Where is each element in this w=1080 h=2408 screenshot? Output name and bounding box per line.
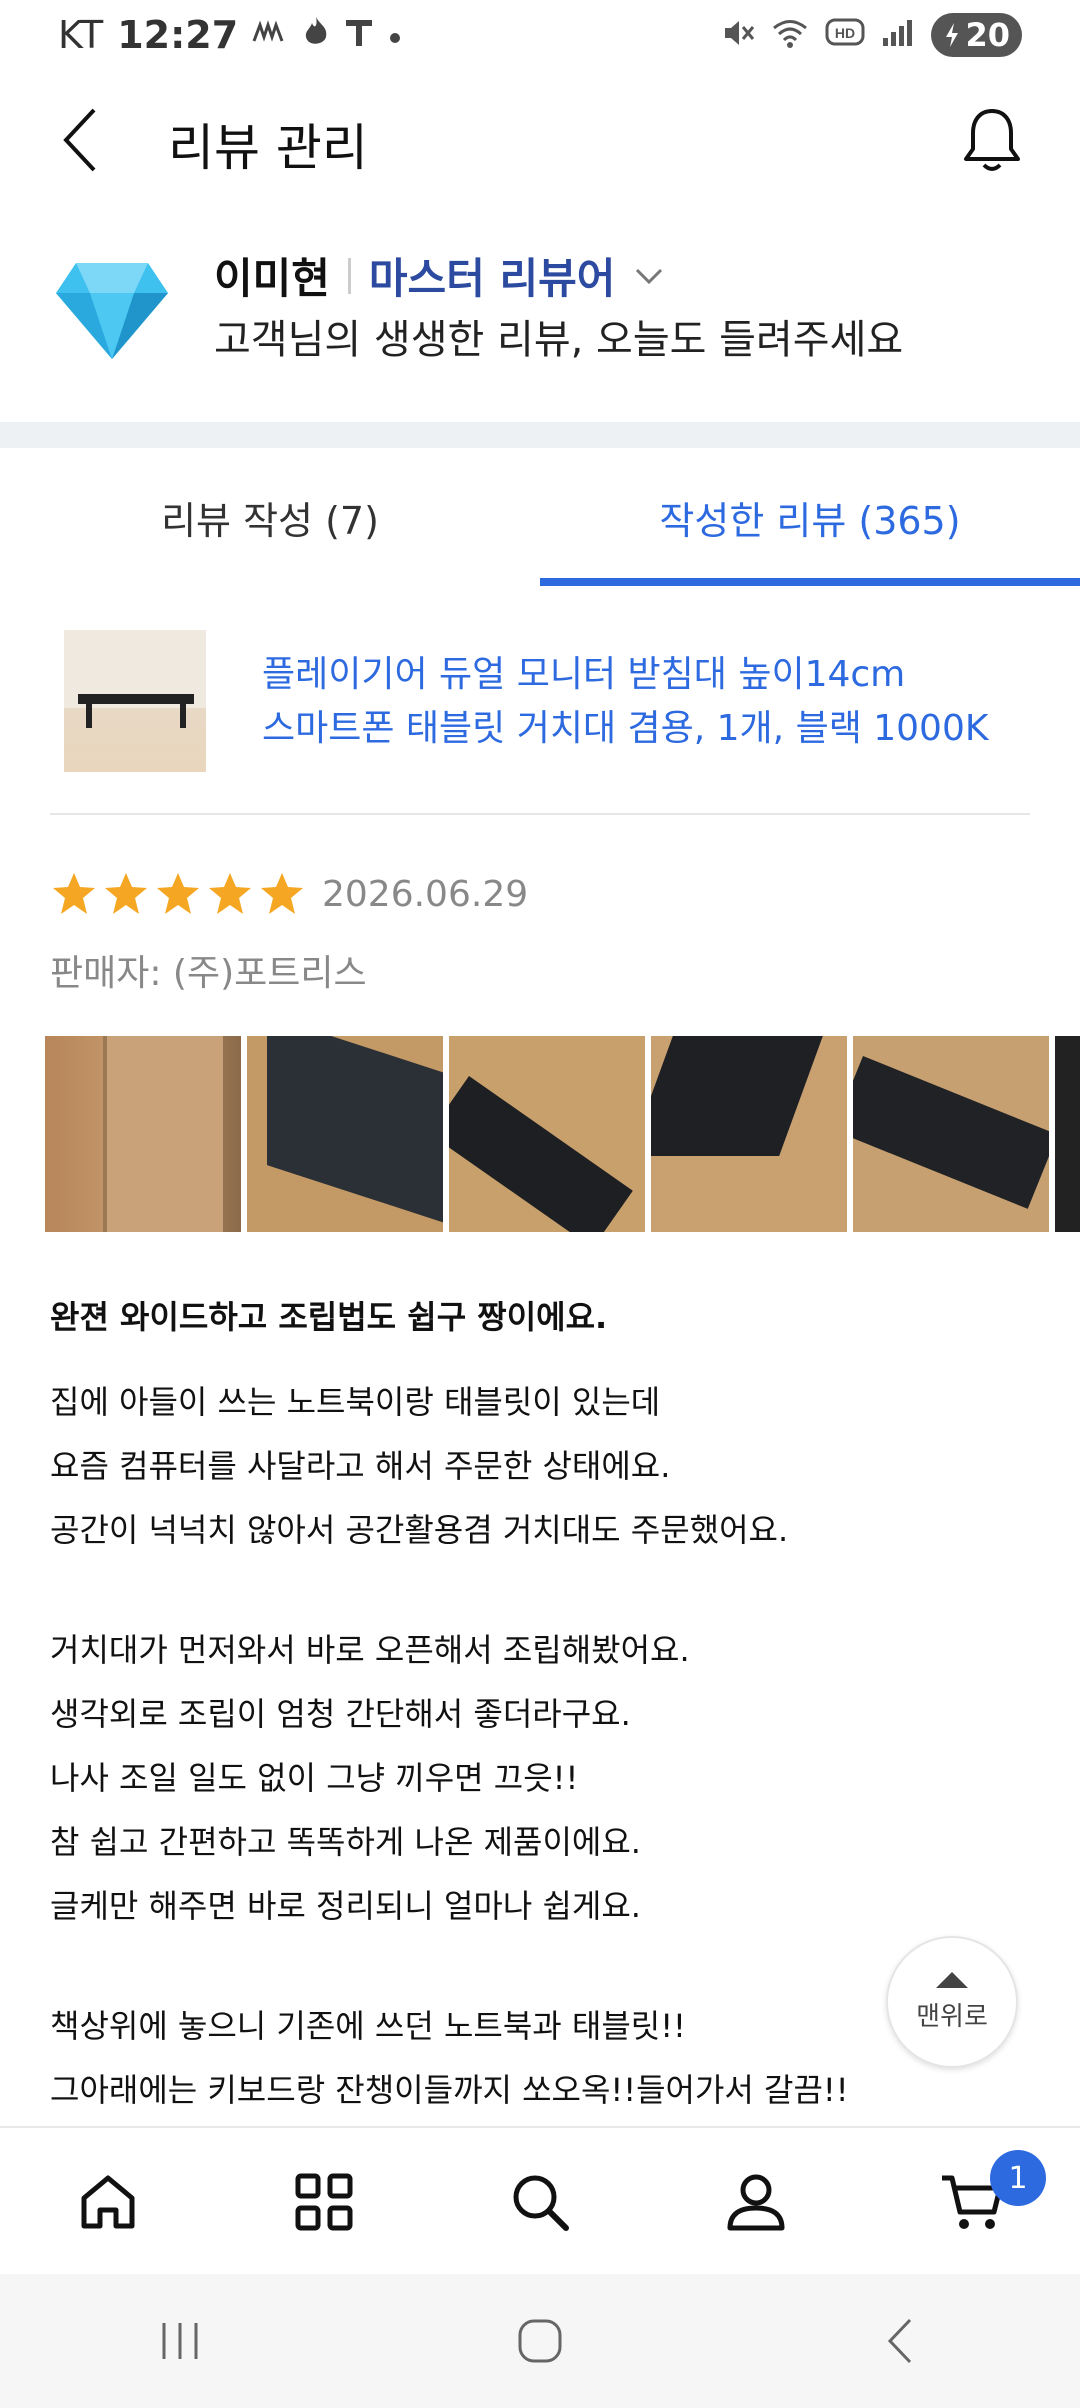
- arrow-up-icon: [936, 1971, 968, 1988]
- notification-button[interactable]: [950, 98, 1034, 182]
- tab-label: 작성한 리뷰 (365): [659, 498, 961, 543]
- active-tab-indicator: [540, 578, 1080, 586]
- tab-write-review[interactable]: 리뷰 작성 (7): [0, 448, 540, 586]
- product-thumbnail[interactable]: [64, 630, 206, 772]
- system-navigation: [0, 2274, 1080, 2408]
- system-back-button[interactable]: [840, 2296, 960, 2386]
- page-title: 리뷰 관리: [168, 119, 368, 177]
- review-text-line: 그아래에는 키보드랑 잔챙이들까지 쏘오옥!!들어가서 갈끔!!: [50, 2071, 849, 2109]
- diamond-icon: [56, 263, 168, 359]
- app-header: 리뷰 관리: [0, 80, 1080, 200]
- reviewer-profile: 이미현 마스터 리뷰어 고객님의 생생한 리뷰, 오늘도 들려주세요: [0, 225, 1080, 385]
- divider: [347, 257, 351, 294]
- review-body: 집에 아들이 쓰는 노트북이랑 태블릿이 있는데요즘 컴퓨터를 사달라고 해서 …: [50, 1370, 1030, 2122]
- nav-home[interactable]: [0, 2128, 216, 2276]
- review-text-line: 나사 조일 일도 없이 그냥 끼우면 끄읏!!: [50, 1759, 579, 1797]
- notification-icon: [252, 17, 288, 54]
- star-icon: [105, 873, 147, 914]
- t-icon: [344, 16, 374, 55]
- review-text-line: 참 쉽고 간편하고 똑똑하게 나온 제품이에요.: [50, 1823, 641, 1861]
- battery-indicator: 20: [931, 13, 1022, 57]
- star-icon: [261, 873, 303, 914]
- product-name[interactable]: 플레이기어 듀얼 모니터 받침대 높이14cm 스마트폰 태블릿 거치대 겸용,…: [262, 648, 1022, 756]
- nav-cart[interactable]: 1: [864, 2128, 1080, 2276]
- review-photos: [45, 1036, 1080, 1232]
- category-icon: [295, 2173, 353, 2231]
- back-arrow-icon: [887, 2318, 912, 2364]
- carrier-label: KT: [58, 13, 104, 57]
- review-text-line: 거치대가 먼저와서 바로 오픈해서 조립해봤어요.: [50, 1631, 690, 1669]
- review-text-line: 책상위에 놓으니 기존에 쓰던 노트북과 태블릿!!: [50, 2007, 686, 2045]
- review-photo[interactable]: [449, 1036, 645, 1232]
- nav-my-page[interactable]: [648, 2128, 864, 2276]
- review-photo[interactable]: [853, 1036, 1049, 1232]
- battery-level: 20: [965, 16, 1010, 54]
- scroll-to-top-button[interactable]: 맨위로: [886, 1936, 1018, 2068]
- review-date: 2026.06.29: [322, 873, 529, 915]
- review-photo[interactable]: [45, 1036, 241, 1232]
- svg-text:HD: HD: [835, 25, 855, 41]
- chevron-down-icon: [636, 268, 663, 284]
- review-text-line: 글케만 해주면 바로 정리되니 얼마나 쉽게요.: [50, 1887, 641, 1925]
- review-text-line: 집에 아들이 쓰는 노트북이랑 태블릿이 있는데: [50, 1383, 661, 1421]
- signal-icon: [881, 18, 915, 52]
- product-name-line: 스마트폰 태블릿 거치대 겸용, 1개, 블랙 1000K: [262, 708, 989, 749]
- bell-icon: [964, 109, 1020, 171]
- product-row[interactable]: 플레이기어 듀얼 모니터 받침대 높이14cm 스마트폰 태블릿 거치대 겸용,…: [50, 610, 1030, 815]
- cart-count-badge: 1: [990, 2150, 1046, 2206]
- tab-label: 리뷰 작성 (7): [161, 498, 379, 543]
- reviewer-grade: 마스터 리뷰어: [368, 254, 616, 303]
- back-button[interactable]: [40, 100, 120, 180]
- recent-apps-button[interactable]: [120, 2296, 240, 2386]
- review-photo[interactable]: [247, 1036, 443, 1232]
- section-divider: [0, 422, 1080, 448]
- star-rating: [50, 870, 306, 918]
- profile-grade-row[interactable]: 이미현 마스터 리뷰어: [214, 245, 667, 306]
- dot-icon: [388, 19, 402, 52]
- review-text-line: 요즘 컴퓨터를 사달라고 해서 주문한 상태에요.: [50, 1447, 671, 1485]
- bottom-navigation: 1: [0, 2126, 1080, 2274]
- seller-name: 판매자: (주)포트리스: [50, 953, 367, 994]
- star-icon: [209, 873, 251, 914]
- mute-icon: [721, 17, 755, 53]
- review-text-line: 생각외로 조립이 엄청 간단해서 좋더라구요.: [50, 1695, 631, 1733]
- recent-apps-icon: [162, 2323, 198, 2359]
- chevron-left-icon: [63, 108, 96, 172]
- user-icon: [727, 2174, 785, 2231]
- tab-written-reviews[interactable]: 작성한 리뷰 (365): [540, 448, 1080, 586]
- star-icon: [53, 873, 95, 914]
- nav-search[interactable]: [432, 2128, 648, 2276]
- home-system-button[interactable]: [480, 2296, 600, 2386]
- nav-category[interactable]: [216, 2128, 432, 2276]
- search-icon: [513, 2175, 569, 2231]
- user-name: 이미현: [214, 254, 330, 303]
- product-name-line: 플레이기어 듀얼 모니터 받침대 높이14cm: [262, 654, 906, 695]
- review-tabs: 리뷰 작성 (7) 작성한 리뷰 (365): [0, 448, 1080, 586]
- home-circle-icon: [518, 2319, 562, 2363]
- flame-icon: [302, 15, 330, 56]
- scroll-to-top-label: 맨위로: [916, 2001, 988, 2032]
- hd-icon: HD: [825, 18, 865, 52]
- home-icon: [81, 2175, 135, 2229]
- profile-message: 고객님의 생생한 리뷰, 오늘도 들려주세요: [214, 317, 904, 363]
- review-photo[interactable]: [1055, 1036, 1080, 1232]
- status-clock: 12:27: [117, 13, 239, 57]
- star-icon: [157, 873, 199, 914]
- wifi-icon: [771, 17, 809, 53]
- rating-row: 2026.06.29: [50, 870, 528, 918]
- review-photo[interactable]: [651, 1036, 847, 1232]
- review-text-line: 공간이 넉넉치 않아서 공간활용겸 거치대도 주문했어요.: [50, 1511, 789, 1549]
- status-bar: KT 12:27 HD 20: [0, 0, 1080, 70]
- review-title: 완젼 와이드하고 조립법도 쉽구 짱이에요.: [50, 1298, 608, 1336]
